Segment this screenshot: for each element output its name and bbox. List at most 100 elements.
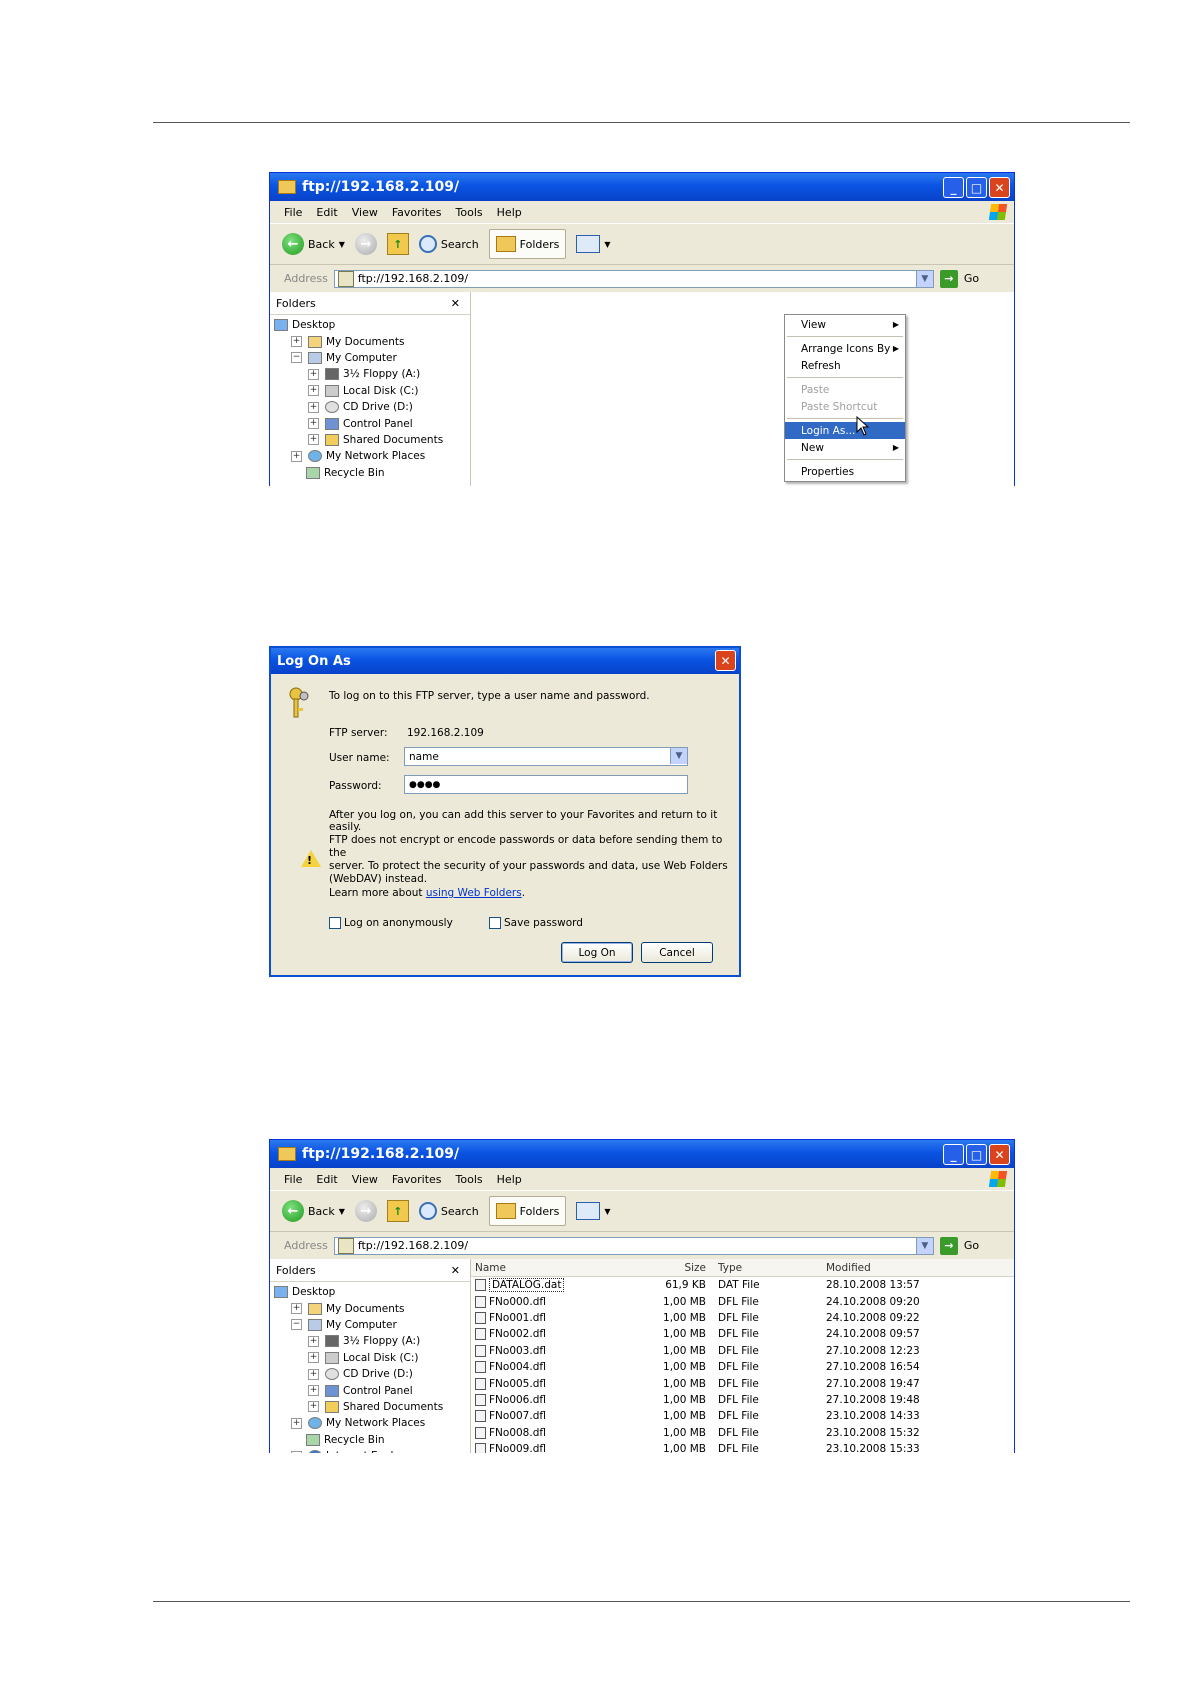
tree-item[interactable]: + Shared Documents [270,1399,470,1415]
dialog-title-bar[interactable]: Log On As ✕ [271,648,739,674]
expand-icon[interactable]: + [291,1303,302,1315]
tree-item[interactable]: + Control Panel [270,415,470,431]
column-modified[interactable]: Modified [816,1262,966,1274]
close-pane-icon[interactable]: ✕ [451,297,460,310]
tree-item[interactable]: + CD Drive (D:) [270,399,470,415]
tree-item[interactable]: Recycle Bin [270,465,470,481]
go-arrow-icon[interactable]: → [939,1236,958,1255]
tree-item[interactable]: +3½ Floppy (A:) [270,1333,470,1349]
expand-icon[interactable]: + [308,1385,319,1397]
tree-item[interactable]: + CD Drive (D:) [270,1366,470,1382]
expand-icon[interactable]: + [308,418,319,430]
go-label[interactable]: Go [964,272,979,285]
file-row[interactable]: FNo007.dfl 1,00 MB DFL File 23.10.2008 14:3… [471,1408,1014,1424]
forward-button[interactable]: → [354,1200,377,1222]
menu-view[interactable]: View [352,206,378,219]
address-input[interactable]: ftp://192.168.2.109/ ▼ [333,269,934,288]
close-button[interactable]: ✕ [989,1144,1010,1165]
tree-item[interactable]: + Control Panel [270,1382,470,1398]
context-menu-item[interactable]: Arrange Icons By ▶ [785,340,905,357]
chevron-down-icon[interactable]: ▼ [915,270,933,287]
menu-edit[interactable]: Edit [316,1173,337,1186]
web-folders-link[interactable]: using Web Folders [426,887,522,899]
collapse-icon[interactable]: − [291,352,302,364]
search-button[interactable]: Search [418,1202,479,1220]
go-label[interactable]: Go [964,1239,979,1252]
column-size[interactable]: Size [651,1262,706,1274]
tree-item[interactable]: Recycle Bin [270,1432,470,1448]
tree-item[interactable]: + My Network Places [270,448,470,464]
chevron-down-icon[interactable]: ▼ [670,748,687,764]
context-menu-item[interactable]: View ▶ [785,316,905,333]
column-type[interactable]: Type [706,1262,816,1274]
file-row[interactable]: FNo000.dfl 1,00 MB DFL File 24.10.2008 09:2… [471,1293,1014,1309]
menu-help[interactable]: Help [497,206,522,219]
file-row[interactable]: FNo009.dfl 1,00 MB DFL File 23.10.2008 15:3… [471,1441,1014,1453]
save-password-checkbox[interactable] [489,917,501,929]
close-pane-icon[interactable]: ✕ [451,1264,460,1277]
menu-tools[interactable]: Tools [456,206,483,219]
views-button[interactable]: ▼ [576,235,611,253]
anonymous-checkbox-row[interactable]: Log on anonymously [329,917,453,929]
cancel-button[interactable]: Cancel [641,942,713,963]
user-name-field[interactable]: name ▼ [404,747,688,766]
forward-button[interactable]: → [354,233,377,255]
context-menu-item[interactable]: Login As... [785,422,905,439]
file-row[interactable]: FNo008.dfl 1,00 MB DFL File 23.10.2008 15:3… [471,1425,1014,1441]
file-row[interactable]: FNo005.dfl 1,00 MB DFL File 27.10.2008 19:4… [471,1375,1014,1391]
title-bar[interactable]: ftp://192.168.2.109/ _ □ ✕ [270,1140,1014,1168]
tree-item[interactable]: + My Documents [270,1300,470,1316]
folders-button[interactable]: Folders [488,1196,567,1226]
collapse-icon[interactable]: − [291,1319,302,1331]
close-button[interactable]: ✕ [715,650,736,671]
tree-item[interactable]: − My Computer [270,1317,470,1333]
chevron-down-icon[interactable]: ▼ [915,1237,933,1254]
menu-view[interactable]: View [352,1173,378,1186]
close-button[interactable]: ✕ [989,177,1010,198]
column-name[interactable]: Name [471,1262,651,1274]
expand-icon[interactable]: + [308,1401,319,1413]
menu-favorites[interactable]: Favorites [392,206,442,219]
tree-item[interactable]: − My Computer [270,350,470,366]
expand-icon[interactable]: + [308,385,319,397]
save-password-checkbox-row[interactable]: Save password [489,917,583,929]
menu-tools[interactable]: Tools [456,1173,483,1186]
go-arrow-icon[interactable]: → [939,269,958,288]
collapse-icon[interactable]: − [291,1450,302,1453]
maximize-button[interactable]: □ [966,1144,987,1165]
minimize-button[interactable]: _ [943,1144,964,1165]
tree-item[interactable]: + My Network Places [270,1415,470,1431]
maximize-button[interactable]: □ [966,177,987,198]
title-bar[interactable]: ftp://192.168.2.109/ _ □ ✕ [270,173,1014,201]
menu-edit[interactable]: Edit [316,206,337,219]
folders-button[interactable]: Folders [488,229,567,259]
tree-item[interactable]: Desktop [270,317,470,333]
content-area[interactable]: View ▶ Arrange Icons By ▶ Refresh Paste Paste … [471,292,1014,486]
tree-item[interactable]: + Local Disk (C:) [270,383,470,399]
expand-icon[interactable]: + [308,368,319,380]
log-on-button[interactable]: Log On [561,942,633,963]
views-button[interactable]: ▼ [576,1202,611,1220]
expand-icon[interactable]: + [291,1417,302,1429]
file-row[interactable]: FNo004.dfl 1,00 MB DFL File 27.10.2008 16:5… [471,1359,1014,1375]
tree-item[interactable]: + Shared Documents [270,432,470,448]
expand-icon[interactable]: + [308,1368,319,1380]
file-row[interactable]: DATALOG.dat 61,9 KB DAT File 28.10.2008 13:… [471,1277,1014,1293]
file-row[interactable]: FNo002.dfl 1,00 MB DFL File 24.10.2008 09:5… [471,1326,1014,1342]
up-button[interactable]: ↑ [386,1200,409,1222]
tree-item[interactable]: + My Documents [270,333,470,349]
tree-item[interactable]: − Internet Explorer [270,1448,470,1453]
context-menu-item[interactable]: Properties [785,463,905,480]
menu-file[interactable]: File [284,1173,302,1186]
context-menu-item[interactable]: Refresh [785,357,905,374]
back-button[interactable]: ← Back ▼ [282,233,345,255]
expand-icon[interactable]: + [291,450,302,462]
expand-icon[interactable]: + [308,434,319,446]
tree-item[interactable]: + Local Disk (C:) [270,1350,470,1366]
minimize-button[interactable]: _ [943,177,964,198]
back-button[interactable]: ← Back ▼ [282,1200,345,1222]
menu-file[interactable]: File [284,206,302,219]
expand-icon[interactable]: + [308,1352,319,1364]
expand-icon[interactable]: + [308,1335,319,1347]
file-row[interactable]: FNo006.dfl 1,00 MB DFL File 27.10.2008 19:4… [471,1392,1014,1408]
